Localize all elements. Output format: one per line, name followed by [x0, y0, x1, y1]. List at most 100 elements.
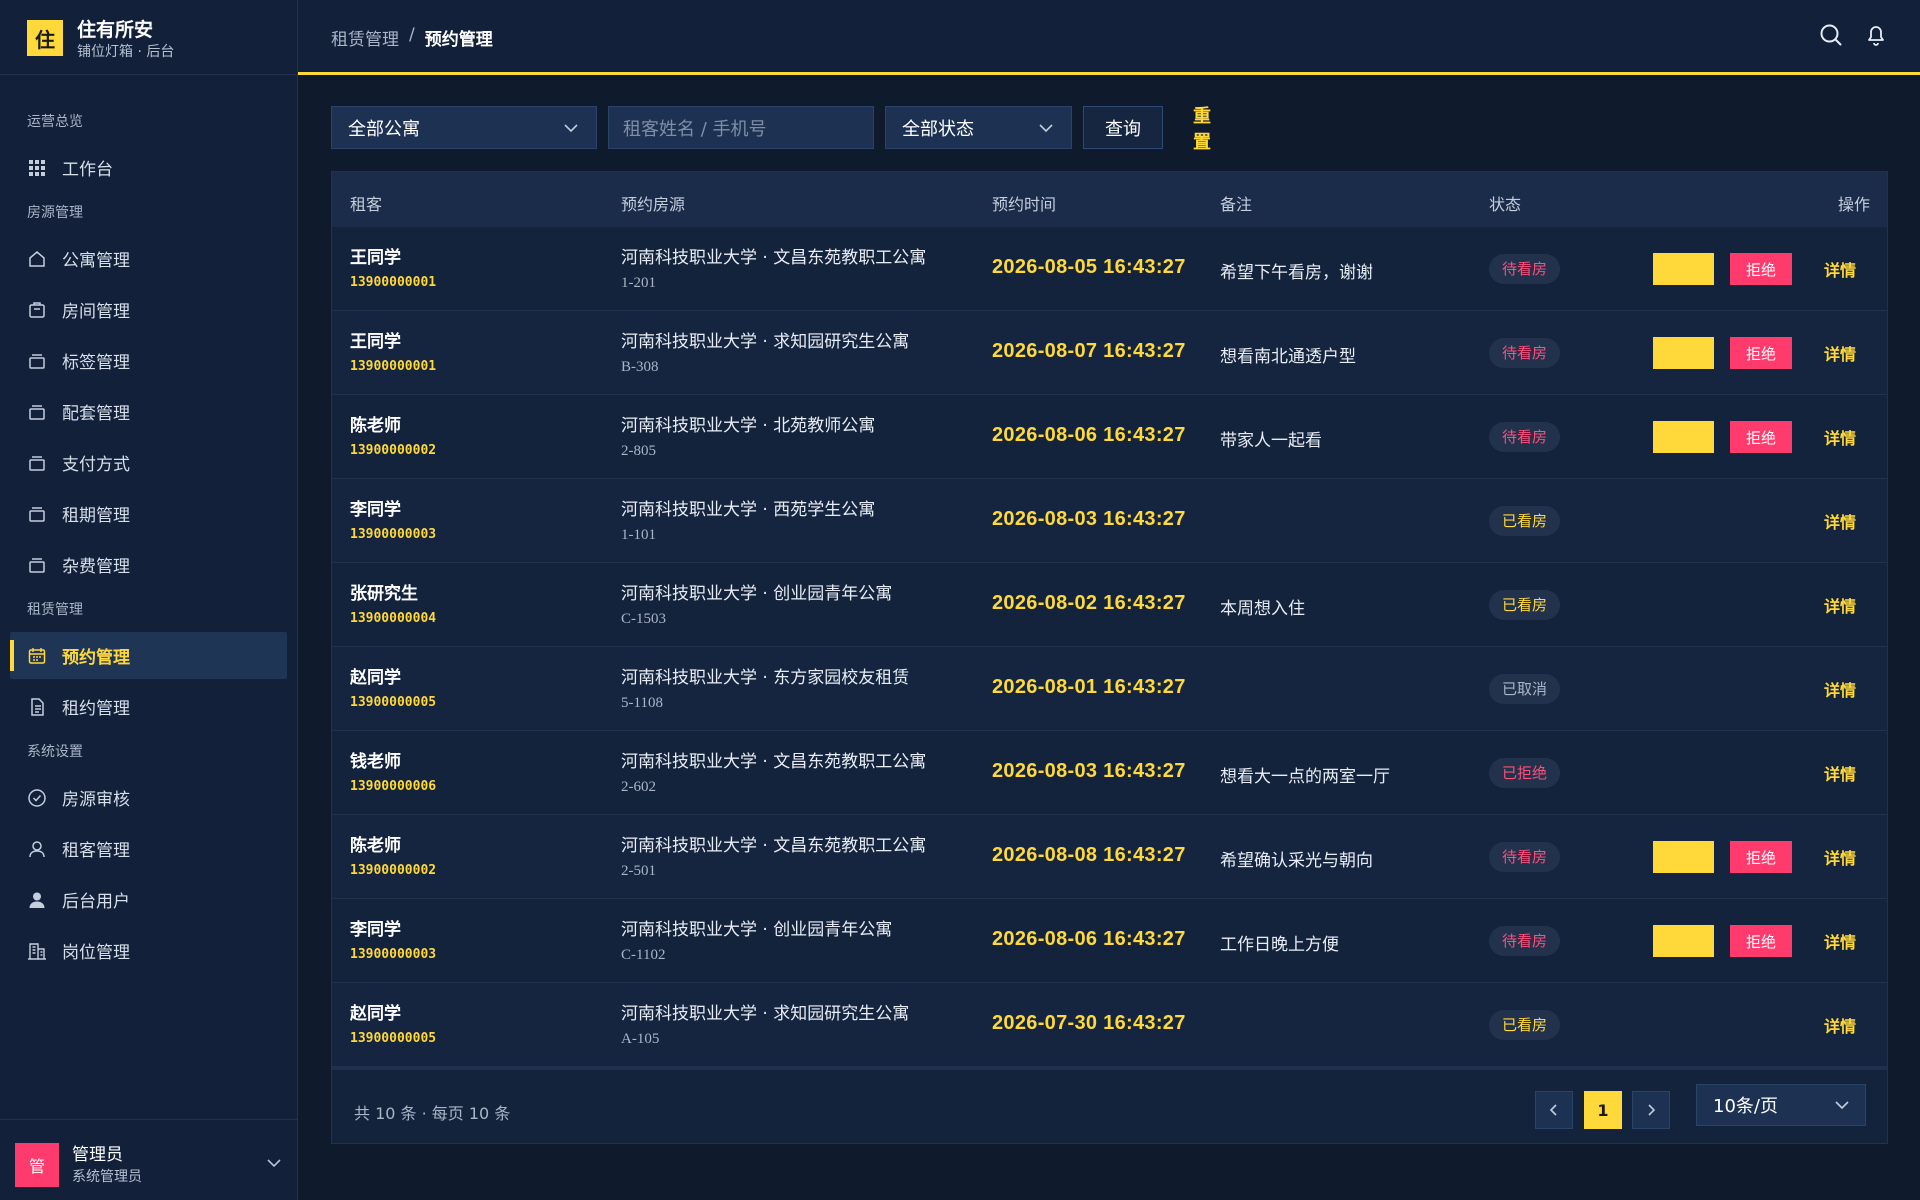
status-badge: 待看房 — [1489, 254, 1561, 284]
tray-icon — [27, 504, 47, 524]
status-select[interactable]: 全部状态 — [885, 106, 1072, 149]
detail-link[interactable]: 详情 — [1824, 341, 1856, 365]
bell-icon[interactable] — [1863, 22, 1889, 48]
apartment-name: 河南科技职业大学 · 创业园青年公寓 — [621, 920, 893, 940]
box-icon — [27, 300, 47, 320]
reject-button[interactable]: 拒绝 — [1730, 253, 1792, 285]
room-number: 5-1108 — [621, 695, 663, 711]
sidebar-item[interactable]: 支付方式 — [10, 439, 287, 486]
sidebar-item[interactable]: 配套管理 — [10, 388, 287, 435]
detail-link[interactable]: 详情 — [1824, 425, 1856, 449]
room-number: B-308 — [621, 359, 659, 375]
tenant-name: 陈老师 — [350, 836, 401, 856]
sidebar-item[interactable]: 杂费管理 — [10, 541, 287, 588]
sidebar-item[interactable]: 房源审核 — [10, 774, 287, 821]
reservation-note: 想看大一点的两室一厅 — [1220, 767, 1390, 787]
sidebar-item-label: 公寓管理 — [62, 251, 130, 271]
user-outline-icon — [27, 839, 47, 859]
breadcrumb-parent[interactable]: 租赁管理 — [331, 25, 399, 50]
breadcrumb-current: 预约管理 — [424, 30, 493, 50]
reservation-time: 2026-08-05 16:43:27 — [992, 256, 1186, 278]
detail-link[interactable]: 详情 — [1824, 257, 1856, 281]
reservation-time: 2026-08-02 16:43:27 — [992, 592, 1186, 614]
apartment-name: 河南科技职业大学 · 文昌东苑教职工公寓 — [621, 752, 927, 772]
detail-link[interactable]: 详情 — [1824, 677, 1856, 701]
sidebar-item[interactable]: 后台用户 — [10, 876, 287, 923]
top-header: 租赁管理 / 预约管理 — [298, 0, 1920, 75]
tenant-phone: 13900000002 — [350, 863, 437, 878]
detail-link[interactable]: 详情 — [1824, 509, 1856, 533]
table-row: 陈老师 13900000002 河南科技职业大学 · 文昌东苑教职工公寓 2-5… — [332, 815, 1887, 899]
reservation-note: 希望确认采光与朝向 — [1220, 851, 1373, 871]
detail-link[interactable]: 详情 — [1824, 1013, 1856, 1037]
chevron-down-icon[interactable] — [265, 1154, 283, 1172]
breadcrumb: 租赁管理 / 预约管理 — [331, 25, 493, 50]
grid-icon — [27, 158, 47, 178]
status-badge: 待看房 — [1489, 338, 1561, 368]
status-badge: 已看房 — [1489, 506, 1561, 536]
table-row: 王同学 13900000001 河南科技职业大学 · 文昌东苑教职工公寓 1-2… — [332, 227, 1887, 311]
sidebar-item[interactable]: 标签管理 — [10, 337, 287, 384]
sidebar: 住 住有所安 铺位灯箱 · 后台 运营总览 工作台 房源管理 公寓管理 房间管理 标签管理… — [0, 0, 298, 1200]
detail-link[interactable]: 详情 — [1824, 845, 1856, 869]
detail-link[interactable]: 详情 — [1824, 929, 1856, 953]
sidebar-item-label: 后台用户 — [62, 892, 130, 912]
prev-page-button[interactable] — [1535, 1091, 1573, 1129]
confirm-button[interactable] — [1653, 253, 1714, 285]
user-menu[interactable]: 管 管理员 系统管理员 — [0, 1119, 297, 1200]
reject-button[interactable]: 拒绝 — [1730, 337, 1792, 369]
document-icon — [27, 697, 47, 717]
detail-link[interactable]: 详情 — [1824, 593, 1856, 617]
brand-subtitle: 铺位灯箱 · 后台 — [77, 44, 175, 60]
confirm-button[interactable] — [1653, 841, 1714, 873]
apartment-name: 河南科技职业大学 · 东方家园校友租赁 — [621, 668, 910, 688]
sidebar-item[interactable]: 岗位管理 — [10, 927, 287, 974]
room-number: 2-501 — [621, 863, 656, 879]
room-number: 2-805 — [621, 443, 656, 459]
confirm-button[interactable] — [1653, 421, 1714, 453]
reservation-note: 希望下午看房，谢谢 — [1220, 263, 1373, 283]
brand-logo: 住 — [27, 20, 63, 56]
page-button-current[interactable]: 1 — [1584, 1091, 1622, 1129]
sidebar-item-label: 房源审核 — [62, 790, 130, 810]
table-header: 租客 预约房源 预约时间 备注 状态 操作 — [332, 172, 1887, 227]
tray-icon — [27, 555, 47, 575]
sidebar-item-label: 工作台 — [62, 160, 113, 180]
tenant-name: 王同学 — [350, 332, 401, 352]
sidebar-item[interactable]: 租期管理 — [10, 490, 287, 537]
sidebar-item-label: 房间管理 — [62, 302, 130, 322]
sidebar-item-label: 岗位管理 — [62, 943, 130, 963]
next-page-button[interactable] — [1632, 1091, 1670, 1129]
sidebar-item[interactable]: 工作台 — [10, 144, 287, 191]
confirm-button[interactable] — [1653, 337, 1714, 369]
tenant-phone: 13900000005 — [350, 1031, 437, 1046]
page-size-select[interactable]: 10条/页 — [1696, 1084, 1866, 1126]
table-row: 张研究生 13900000004 河南科技职业大学 · 创业园青年公寓 C-15… — [332, 563, 1887, 647]
status-badge: 待看房 — [1489, 422, 1561, 452]
search-input[interactable]: 租客姓名 / 手机号 — [608, 106, 874, 149]
confirm-button[interactable] — [1653, 925, 1714, 957]
room-number: C-1503 — [621, 611, 666, 627]
reset-button[interactable]: 重置 — [1193, 106, 1211, 153]
reject-button[interactable]: 拒绝 — [1730, 841, 1792, 873]
breadcrumb-separator: / — [409, 25, 415, 45]
table-row: 李同学 13900000003 河南科技职业大学 · 创业园青年公寓 C-110… — [332, 899, 1887, 983]
detail-link[interactable]: 详情 — [1824, 761, 1856, 785]
tenant-name: 陈老师 — [350, 416, 401, 436]
sidebar-item[interactable]: 预约管理 — [10, 632, 287, 679]
apartment-name: 河南科技职业大学 · 求知园研究生公寓 — [621, 332, 910, 352]
query-button[interactable]: 查询 — [1083, 106, 1163, 149]
sidebar-item[interactable]: 房间管理 — [10, 286, 287, 333]
sidebar-item-label: 标签管理 — [62, 353, 130, 373]
apartment-select[interactable]: 全部公寓 — [331, 106, 597, 149]
reject-button[interactable]: 拒绝 — [1730, 421, 1792, 453]
search-icon[interactable] — [1818, 22, 1844, 48]
column-status: 状态 — [1489, 195, 1522, 214]
sidebar-item[interactable]: 租约管理 — [10, 683, 287, 730]
user-name: 管理员 — [72, 1145, 123, 1165]
calendar-icon — [27, 646, 47, 666]
reject-button[interactable]: 拒绝 — [1730, 925, 1792, 957]
sidebar-item[interactable]: 公寓管理 — [10, 235, 287, 282]
chevron-right-icon — [1648, 1104, 1656, 1116]
sidebar-item[interactable]: 租客管理 — [10, 825, 287, 872]
